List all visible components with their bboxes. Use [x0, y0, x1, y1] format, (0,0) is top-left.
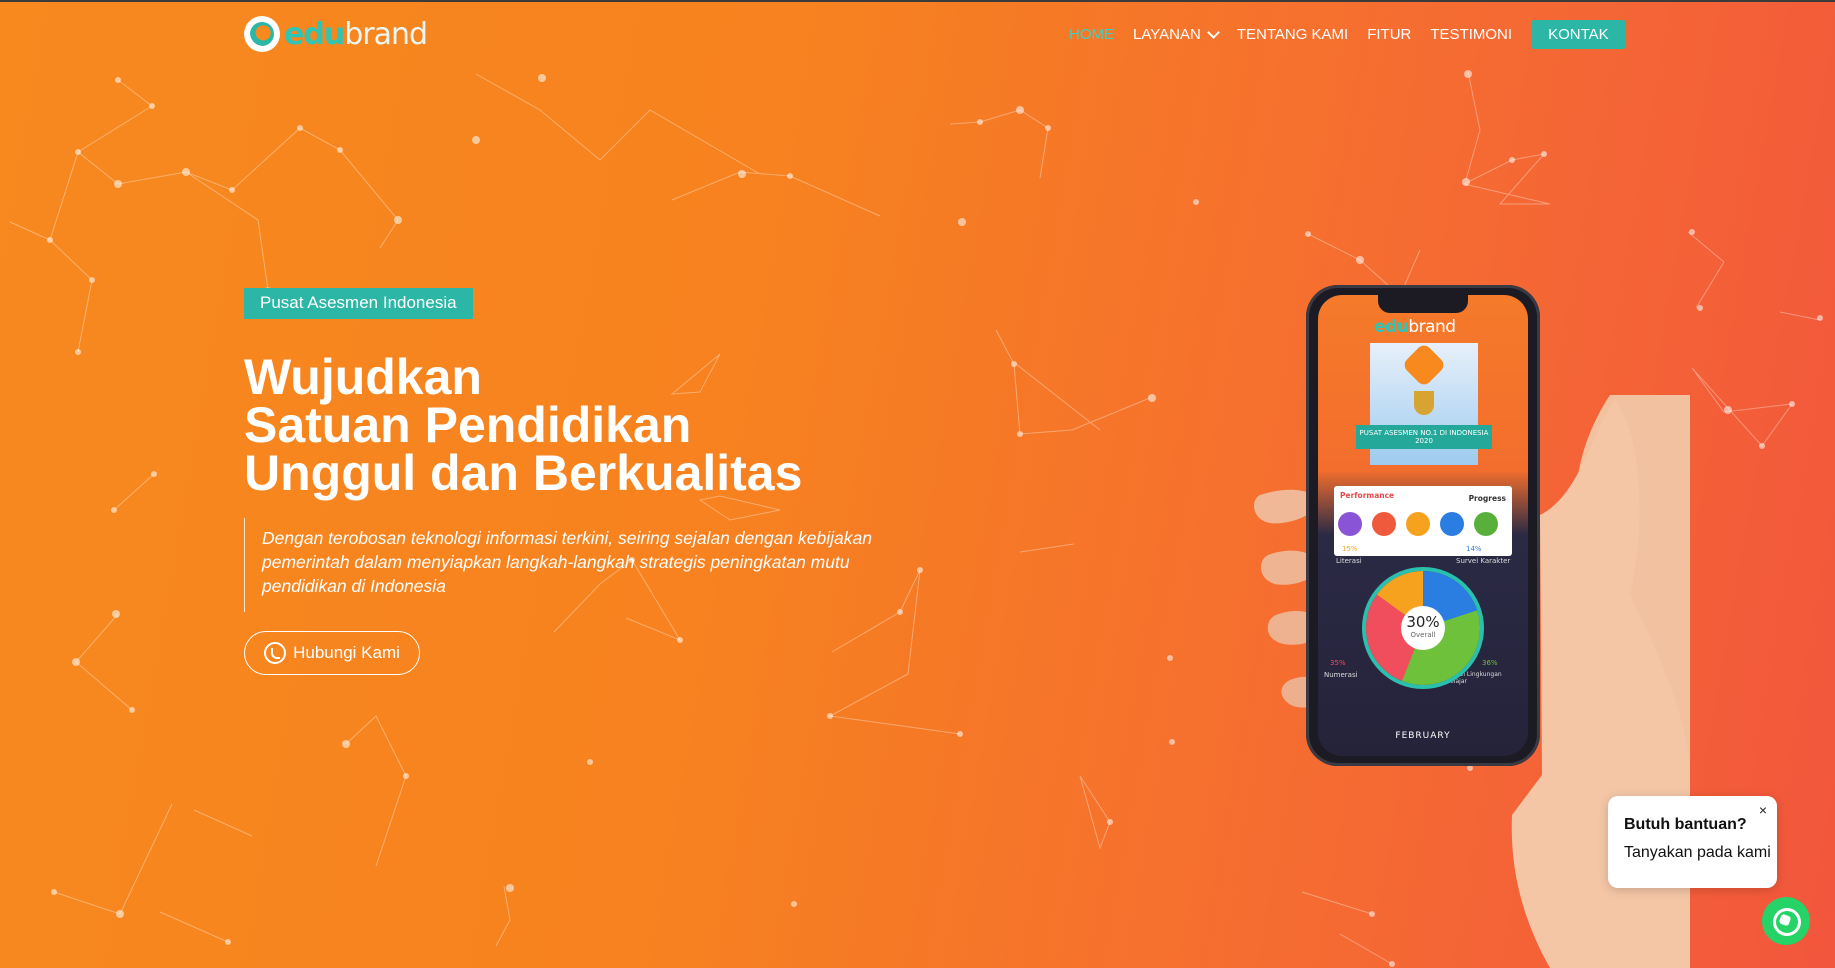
close-icon[interactable]: × — [1759, 802, 1767, 818]
main-nav: HOME LAYANAN TENTANG KAMI FITUR TESTIMON… — [1069, 19, 1644, 49]
award-banner: PUSAT ASESMEN NO.1 DI INDONESIA 2020 — [1356, 342, 1492, 465]
nav-tentang-kami-label: TENTANG KAMI — [1236, 25, 1349, 43]
performance-icons — [1338, 512, 1508, 536]
whatsapp-float-button[interactable] — [1762, 897, 1810, 945]
nav-home-label: HOME — [1069, 25, 1114, 43]
chat-prompt: Tanyakan pada kami — [1624, 844, 1771, 861]
donut-center-label: Overall — [1410, 631, 1436, 639]
trophy-icon — [1414, 391, 1434, 415]
nav-testimoni-label: TESTIMONI — [1430, 25, 1513, 43]
segment-literasi-label: Literasi — [1336, 557, 1362, 565]
phone-month-label: FEBRUARY — [1395, 731, 1451, 741]
segment-survei-karakter-label: Survei Karakter — [1456, 557, 1511, 565]
donut-center-value: 30% — [1406, 613, 1440, 631]
logo-wordmark: edubrand — [284, 16, 428, 52]
hero-badge: Pusat Asesmen Indonesia — [244, 288, 473, 319]
hubungi-kami-button[interactable]: Hubungi Kami — [244, 631, 420, 675]
performance-label: Performance — [1340, 491, 1395, 500]
performance-card: Performance Progress — [1334, 486, 1512, 556]
help-chat-popup[interactable]: × Butuh bantuan? Tanyakan pada kami — [1608, 796, 1777, 888]
phone-logo: edubrand — [1374, 317, 1456, 337]
site-logo[interactable]: edubrand — [244, 14, 428, 54]
hero-title-line-1: Wujudkan — [244, 349, 482, 405]
nav-testimoni[interactable]: TESTIMONI — [1430, 26, 1512, 43]
nav-fitur[interactable]: FITUR — [1367, 26, 1411, 43]
calculator-icon — [1372, 512, 1396, 536]
hubungi-kami-label: Hubungi Kami — [293, 643, 400, 662]
segment-numerasi-label: Numerasi — [1324, 671, 1358, 679]
whatsapp-icon — [264, 642, 287, 664]
award-year: 2020 — [1415, 437, 1433, 445]
award-seal-icon — [1401, 342, 1447, 388]
hero-title-line-3: Unggul dan Berkualitas — [244, 445, 803, 501]
description-accent-bar — [244, 518, 245, 612]
donut-center: 30% Overall — [1401, 606, 1445, 650]
flask-icon — [1440, 512, 1464, 536]
hero-description: Dengan terobosan teknologi informasi ter… — [262, 528, 872, 596]
phone-mockup: edubrand PUSAT ASESMEN NO.1 DI INDONESIA… — [1306, 285, 1540, 766]
hero-title: Wujudkan Satuan Pendidikan Unggul dan Be… — [244, 349, 803, 501]
chat-question: Butuh bantuan? — [1624, 816, 1747, 833]
nav-tentang-kami[interactable]: TENTANG KAMI — [1237, 26, 1348, 43]
award-text: PUSAT ASESMEN NO.1 DI INDONESIA — [1359, 429, 1489, 437]
segment-survei-karakter-value: 14% — [1466, 545, 1482, 553]
phone-notch — [1378, 295, 1468, 313]
award-ribbon: PUSAT ASESMEN NO.1 DI INDONESIA 2020 — [1356, 425, 1492, 449]
chart-icon — [1474, 512, 1498, 536]
segment-survei-lingkungan-value: 36% — [1482, 659, 1498, 667]
hero-title-line-2: Satuan Pendidikan — [244, 397, 692, 453]
nav-kontak-button[interactable]: KONTAK — [1532, 19, 1625, 49]
segment-literasi-value: 15% — [1342, 545, 1358, 553]
overall-donut-chart: 30% Overall — [1366, 571, 1480, 685]
chevron-down-icon — [1206, 25, 1220, 39]
logo-edu: edu — [284, 16, 345, 52]
nav-layanan-label: LAYANAN — [1133, 25, 1201, 43]
progress-label: Progress — [1468, 494, 1506, 503]
nav-layanan[interactable]: LAYANAN — [1133, 25, 1220, 43]
phone-screen: edubrand PUSAT ASESMEN NO.1 DI INDONESIA… — [1318, 295, 1528, 756]
phone-logo-edu: edu — [1374, 317, 1409, 337]
nav-fitur-label: FITUR — [1367, 25, 1412, 43]
logo-brand: brand — [344, 16, 428, 52]
phone-logo-brand: brand — [1408, 317, 1456, 337]
nav-home[interactable]: HOME — [1069, 26, 1114, 43]
target-icon — [1338, 512, 1362, 536]
logo-emblem-icon — [244, 16, 280, 52]
segment-numerasi-value: 35% — [1330, 659, 1346, 667]
atom-icon — [1406, 512, 1430, 536]
